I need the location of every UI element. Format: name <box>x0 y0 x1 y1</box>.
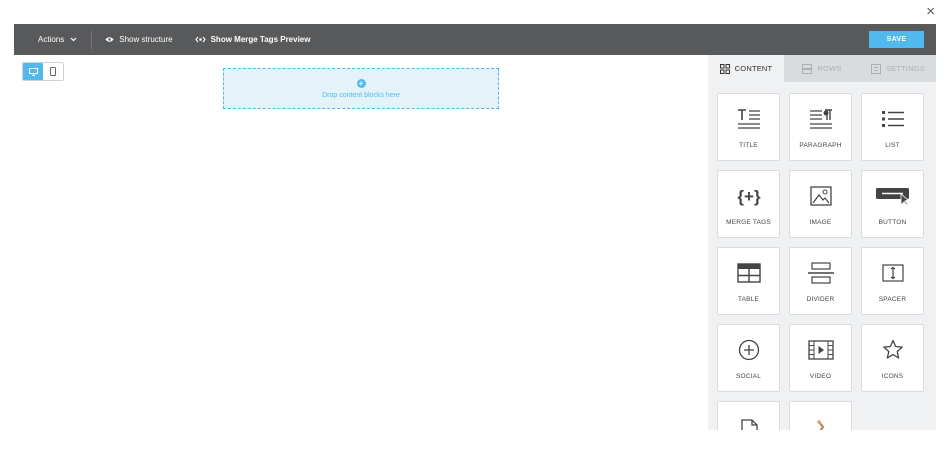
block-label: BUTTON <box>878 218 907 226</box>
merge-tags-icon: {+} <box>736 183 762 209</box>
block-label: DIVIDER <box>806 295 835 303</box>
block-table[interactable]: TABLE <box>717 247 780 315</box>
block-social[interactable]: SOCIAL <box>717 324 780 392</box>
block-label: LIST <box>885 141 900 149</box>
video-icon <box>807 337 834 363</box>
merge-preview-icon <box>194 36 206 43</box>
block-label: SPACER <box>878 295 907 303</box>
save-button[interactable]: SAVE <box>869 31 924 48</box>
tab-content[interactable]: CONTENT <box>708 55 784 82</box>
show-structure-button[interactable]: Show structure <box>105 35 173 44</box>
button-icon <box>875 183 910 209</box>
toolbar-divider <box>91 30 93 49</box>
actions-menu[interactable]: Actions <box>38 35 77 44</box>
block-merge-tags[interactable]: {+} MERGE TAGS <box>717 170 780 238</box>
settings-icon <box>870 63 881 74</box>
tab-content-label: CONTENT <box>734 64 773 73</box>
sticker-icon <box>811 417 831 430</box>
tab-rows[interactable]: ROWS <box>784 55 860 82</box>
block-html[interactable] <box>717 401 780 430</box>
block-paragraph[interactable]: PARAGRAPH <box>789 93 852 161</box>
block-video[interactable]: VIDEO <box>789 324 852 392</box>
content-dropzone[interactable]: + Drop content blocks here <box>223 68 499 109</box>
block-label: VIDEO <box>809 372 832 380</box>
content-blocks-grid: TITLE PARAGRAPH LIST {+} MERGE TAGS IMAG… <box>717 93 924 430</box>
table-icon <box>736 260 761 286</box>
spacer-icon <box>881 260 904 286</box>
chevron-down-icon <box>70 37 77 42</box>
rows-icon <box>802 63 813 74</box>
block-divider[interactable]: DIVIDER <box>789 247 852 315</box>
block-label: SOCIAL <box>735 372 762 380</box>
show-structure-label: Show structure <box>119 35 173 44</box>
paragraph-icon <box>809 106 833 132</box>
divider-icon <box>807 260 834 286</box>
device-toggle <box>22 62 64 81</box>
merge-tags-preview-button[interactable]: Show Merge Tags Preview <box>194 35 311 44</box>
block-title[interactable]: TITLE <box>717 93 780 161</box>
tab-settings[interactable]: SETTINGS <box>860 55 936 82</box>
block-label: TABLE <box>737 295 760 303</box>
eye-icon <box>105 37 114 42</box>
icons-icon <box>882 337 904 363</box>
actions-label: Actions <box>38 35 65 44</box>
block-icons[interactable]: ICONS <box>861 324 924 392</box>
desktop-view-button[interactable] <box>23 63 43 80</box>
grid-icon <box>719 63 730 74</box>
tab-rows-label: ROWS <box>817 64 842 73</box>
sidebar-panel: CONTENT ROWS SETTINGS TITLE PARAGRAPH LI… <box>708 55 936 430</box>
desktop-icon <box>28 67 38 76</box>
sidebar-tabs: CONTENT ROWS SETTINGS <box>708 55 936 82</box>
svg-text:{+}: {+} <box>737 187 761 206</box>
block-button[interactable]: BUTTON <box>861 170 924 238</box>
block-label: PARAGRAPH <box>799 141 842 149</box>
top-toolbar: Actions Show structure Show Merge Tags P… <box>14 24 936 55</box>
block-image[interactable]: IMAGE <box>789 170 852 238</box>
block-label: ICONS <box>881 372 904 380</box>
block-spacer[interactable]: SPACER <box>861 247 924 315</box>
social-icon <box>738 337 760 363</box>
image-icon <box>809 183 832 209</box>
tab-settings-label: SETTINGS <box>885 64 926 73</box>
close-icon[interactable]: × <box>926 4 935 19</box>
html-icon <box>739 417 759 430</box>
block-label: MERGE TAGS <box>726 218 771 226</box>
drop-plus-icon: + <box>356 78 366 88</box>
block-sticker[interactable] <box>789 401 852 430</box>
block-list[interactable]: LIST <box>861 93 924 161</box>
block-label: TITLE <box>739 141 758 149</box>
dropzone-label: Drop content blocks here <box>322 91 400 99</box>
merge-tags-preview-label: Show Merge Tags Preview <box>210 35 311 44</box>
title-icon <box>737 106 761 132</box>
mobile-view-button[interactable] <box>43 63 63 80</box>
block-label: IMAGE <box>809 218 832 226</box>
mobile-icon <box>50 67 56 76</box>
list-icon <box>881 106 904 132</box>
